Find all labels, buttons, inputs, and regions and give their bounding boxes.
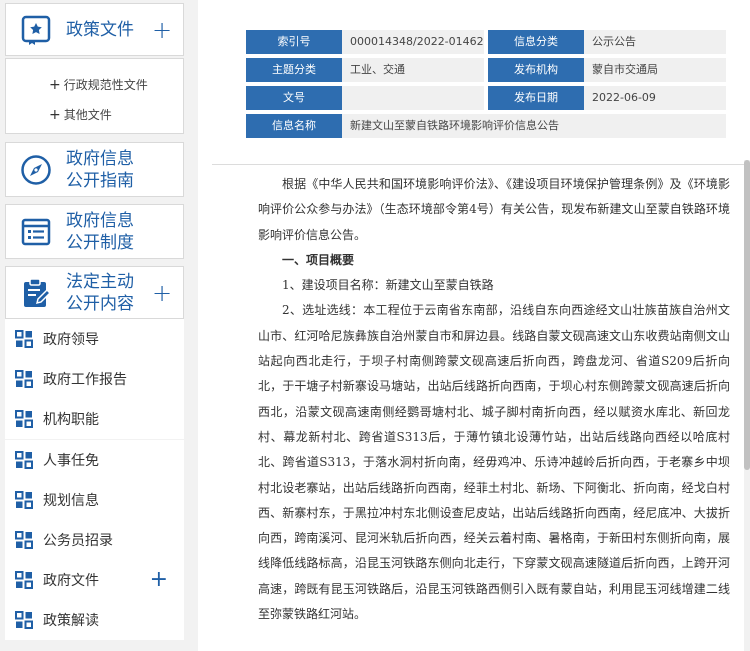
clipboard-edit-icon	[24, 277, 52, 307]
grid-icon	[15, 330, 33, 348]
title-label: 信息名称	[246, 114, 349, 138]
topic-label: 主题分类	[246, 58, 349, 82]
submenu-item-other-files[interactable]: + 其他文件	[49, 106, 112, 123]
submenu-item-label: 其他文件	[63, 108, 112, 122]
category-value: 公示公告	[584, 30, 726, 54]
disclosure-guide-header[interactable]: 政府信息 公开指南	[5, 142, 184, 197]
publisher-label: 发布机构	[488, 58, 591, 82]
docno-value	[342, 86, 484, 110]
disclosure-system-title-line1: 政府信息	[66, 210, 134, 231]
grid-icon	[15, 451, 33, 469]
disclosure-system-header[interactable]: 政府信息 公开制度	[5, 204, 184, 259]
scrollbar-thumb[interactable]	[744, 160, 750, 470]
sidebar-item-label: 机构职能	[43, 412, 99, 428]
list-document-icon	[21, 218, 51, 245]
grid-icon	[15, 370, 33, 388]
article-paragraph: 2、选址选线：本工程位于云南省东南部，沿线自东向西途经文山壮族苗族自治州文山市、…	[258, 303, 730, 622]
sidebar-item-personnel[interactable]: 人事任免	[5, 440, 184, 480]
grid-icon	[15, 571, 33, 589]
publisher-value: 蒙自市交通局	[584, 58, 726, 82]
sidebar-item-label: 政府领导	[43, 332, 99, 348]
grid-icon	[15, 531, 33, 549]
compass-icon	[21, 154, 51, 185]
sidebar-item-label: 政策解读	[43, 613, 99, 629]
docno-label: 文号	[246, 86, 349, 110]
sidebar-item-label: 人事任免	[43, 453, 99, 469]
date-label: 发布日期	[488, 86, 591, 110]
sidebar-item-label: 政府工作报告	[43, 372, 127, 388]
article-paragraph: 1、建设项目名称：新建文山至蒙自铁路	[282, 278, 494, 293]
category-label: 信息分类	[488, 30, 591, 54]
sidebar-item-work-report[interactable]: 政府工作报告	[5, 359, 184, 399]
sidebar-item-gov-leaders[interactable]: 政府领导	[5, 319, 184, 359]
gov-documents-expand-icon[interactable]: +	[150, 569, 168, 591]
disclosure-guide-title-line1: 政府信息	[66, 148, 134, 169]
index-value: 000014348/2022-01462	[342, 30, 484, 54]
policy-files-submenu: + 行政规范性文件 + 其他文件	[5, 58, 184, 134]
article-body: 根据《中华人民共和国环境影响评价法》、《建设项目环境保护管理条例》及《环境影响评…	[258, 172, 730, 627]
article-paragraph: 根据《中华人民共和国环境影响评价法》、《建设项目环境保护管理条例》及《环境影响评…	[258, 177, 730, 242]
sidebar-item-label: 规划信息	[43, 493, 99, 509]
submenu-item-normative-files[interactable]: + 行政规范性文件	[49, 76, 148, 93]
divider	[212, 164, 744, 165]
section-heading: 一、项目概要	[282, 252, 355, 267]
plus-icon: +	[49, 107, 61, 123]
policy-files-title: 政策文件	[66, 19, 134, 40]
statutory-disclosure-header[interactable]: 法定主动 公开内容 +	[5, 266, 184, 319]
sidebar-item-civil-service[interactable]: 公务员招录	[5, 520, 184, 560]
title-value: 新建文山至蒙自铁路环境影响评价信息公告	[342, 114, 726, 138]
date-value: 2022-06-09	[584, 86, 726, 110]
plus-icon: +	[49, 77, 61, 93]
sidebar-item-label: 公务员招录	[43, 533, 113, 549]
policy-book-icon	[21, 15, 51, 45]
topic-value: 工业、交通	[342, 58, 484, 82]
submenu-item-label: 行政规范性文件	[63, 78, 148, 92]
disclosure-system-title-line2: 公开制度	[66, 232, 134, 253]
grid-icon	[15, 491, 33, 509]
statutory-title-line2: 公开内容	[66, 293, 134, 314]
grid-icon	[15, 611, 33, 629]
policy-files-header[interactable]: 政策文件 +	[5, 3, 184, 56]
grid-icon	[15, 410, 33, 428]
sidebar-item-gov-documents[interactable]: 政府文件 +	[5, 560, 184, 600]
sidebar-item-policy-interpretation[interactable]: 政策解读	[5, 600, 184, 640]
sidebar: 政策文件 + + 行政规范性文件 + 其他文件 政府信息 公开指南 政府信息 公…	[0, 0, 185, 651]
index-label: 索引号	[246, 30, 349, 54]
statutory-title-line1: 法定主动	[66, 271, 134, 292]
statutory-expand-icon[interactable]: +	[149, 281, 175, 305]
policy-files-toggle-icon[interactable]: +	[149, 18, 175, 42]
sidebar-item-planning[interactable]: 规划信息	[5, 480, 184, 520]
sidebar-item-label: 政府文件	[43, 573, 99, 589]
sidebar-item-functions[interactable]: 机构职能	[5, 399, 184, 439]
main-content: 索引号 000014348/2022-01462 信息分类 公示公告 主题分类 …	[198, 0, 750, 651]
disclosure-guide-title-line2: 公开指南	[66, 170, 134, 191]
